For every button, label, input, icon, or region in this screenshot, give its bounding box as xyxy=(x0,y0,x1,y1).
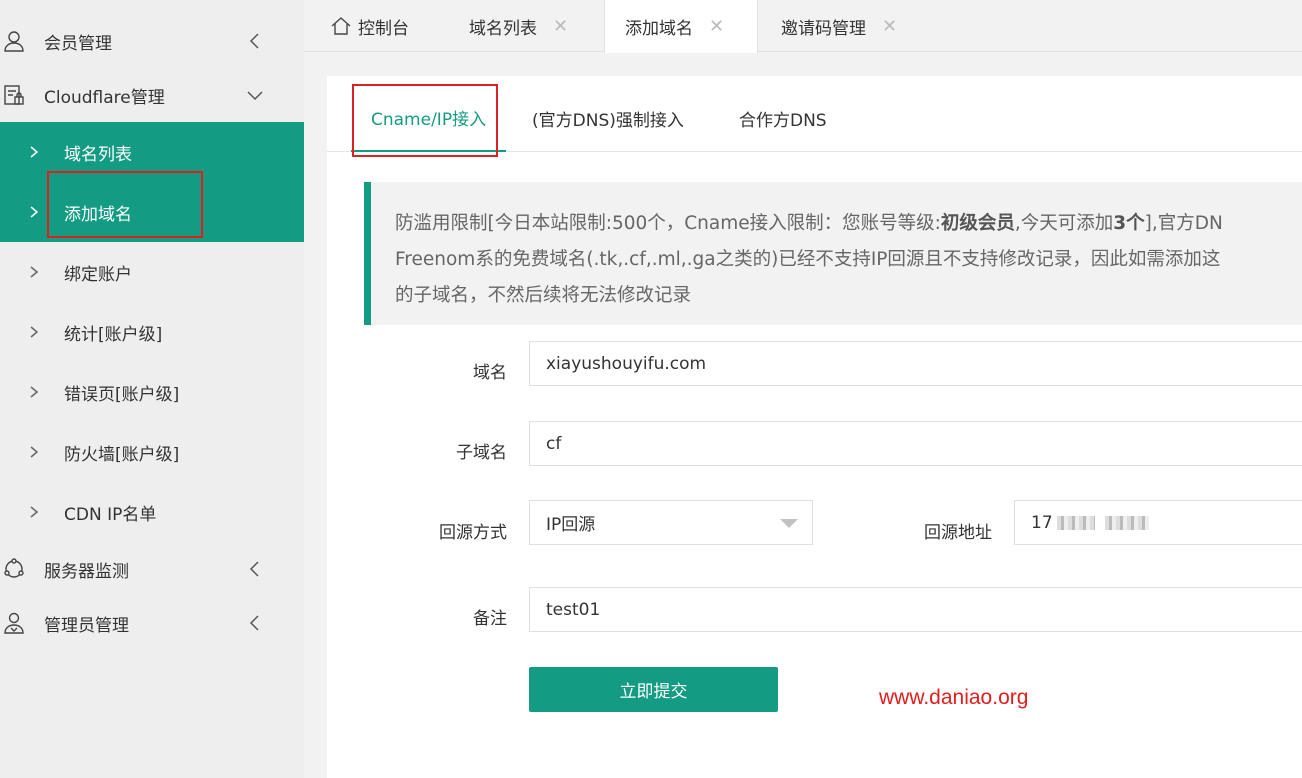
admin-user-icon xyxy=(4,612,24,634)
origin-address-label: 回源地址 xyxy=(924,523,992,543)
menu-server-monitor[interactable]: 服务器监测 xyxy=(0,542,304,596)
remark-label: 备注 xyxy=(473,609,507,629)
sidebar-item-label: 绑定账户 xyxy=(64,264,132,285)
origin-address-input[interactable]: 17 xyxy=(1014,500,1302,545)
sidebar-item-label: 错误页[账户级] xyxy=(64,384,180,405)
subdomain-input[interactable]: cf xyxy=(529,421,1302,466)
domain-label: 域名 xyxy=(473,363,507,383)
sidebar-item-bind-account[interactable]: 绑定账户 xyxy=(0,242,304,302)
member-level: 初级会员 xyxy=(940,213,1015,234)
chevron-right-icon xyxy=(30,266,39,278)
notice-line-3: 的子域名，不然后续将无法修改记录 xyxy=(395,285,692,306)
tab-label: 添加域名 xyxy=(625,19,693,39)
subdomain-value: cf xyxy=(546,433,562,454)
menu-server-monitor-label: 服务器监测 xyxy=(44,561,129,582)
chevron-right-icon xyxy=(30,326,39,338)
notice-line-1: 防滥用限制[今日本站限制:500个，Cname接入限制：您账号等级:初级会员,今… xyxy=(395,206,1302,242)
chevron-right-icon xyxy=(30,386,39,398)
close-icon[interactable]: ✕ xyxy=(882,16,897,37)
chevron-right-icon xyxy=(30,446,39,458)
menu-admin-mgmt[interactable]: 管理员管理 xyxy=(0,596,304,650)
chevron-down-icon xyxy=(247,91,263,101)
sidebar-item-stats[interactable]: 统计[账户级] xyxy=(0,302,304,362)
document-lock-icon xyxy=(4,85,24,105)
notice-text: 防滥用限制[今日本站限制:500个，Cname接入限制：您账号等级: xyxy=(395,213,941,234)
tab-invite-codes[interactable]: 邀请码管理 ✕ xyxy=(781,0,897,52)
origin-address-value: 17 xyxy=(1031,512,1053,533)
redacted-mark xyxy=(1056,515,1095,530)
chevron-right-icon xyxy=(30,506,39,518)
menu-admin-mgmt-label: 管理员管理 xyxy=(44,615,129,636)
sidebar-item-cdn-ip-list[interactable]: CDN IP名单 xyxy=(0,482,304,542)
sidebar-item-label: 防火墙[账户级] xyxy=(64,444,180,465)
tab-add-domain[interactable]: 添加域名 ✕ xyxy=(604,0,758,53)
tab-partner-dns[interactable]: 合作方DNS xyxy=(739,84,827,152)
sidebar: 会员管理 Cloudflare管理 域名列表 添加域名 绑定账户 统计[账户级]… xyxy=(0,0,304,778)
watermark-text: www.daniao.org xyxy=(879,686,1029,709)
chevron-right-icon xyxy=(30,206,39,218)
sidebar-item-label: 域名列表 xyxy=(64,144,132,165)
origin-type-label: 回源方式 xyxy=(439,523,507,543)
highlight-box-cname-tab xyxy=(352,84,498,157)
sidebar-item-label: 统计[账户级] xyxy=(64,324,163,345)
user-icon xyxy=(4,31,24,52)
subdomain-label: 子域名 xyxy=(456,443,507,463)
sidebar-item-error-pages[interactable]: 错误页[账户级] xyxy=(0,362,304,422)
close-icon[interactable]: ✕ xyxy=(553,16,568,37)
tab-dashboard[interactable]: 控制台 xyxy=(330,0,409,52)
tab-label: (官方DNS)强制接入 xyxy=(532,110,684,131)
origin-type-value: IP回源 xyxy=(546,515,596,535)
chevron-left-icon xyxy=(249,615,259,631)
home-icon xyxy=(331,17,351,35)
origin-type-select[interactable]: IP回源 xyxy=(529,500,813,545)
domain-input[interactable]: xiayushouyifu.com xyxy=(529,341,1302,386)
menu-member-mgmt-label: 会员管理 xyxy=(44,33,112,54)
page-tabs: 控制台 域名列表 ✕ 添加域名 ✕ 邀请码管理 ✕ xyxy=(304,0,1302,53)
menu-cloudflare-mgmt[interactable]: Cloudflare管理 xyxy=(0,68,304,122)
menu-cloudflare-mgmt-label: Cloudflare管理 xyxy=(44,87,165,108)
tab-domain-list[interactable]: 域名列表 ✕ xyxy=(469,0,568,52)
chevron-left-icon xyxy=(249,561,259,577)
tab-label: 域名列表 xyxy=(469,18,537,39)
close-icon[interactable]: ✕ xyxy=(709,16,724,37)
tab-label: 合作方DNS xyxy=(739,110,827,131)
sidebar-item-label: CDN IP名单 xyxy=(64,504,157,525)
rate-limit-notice: 防滥用限制[今日本站限制:500个，Cname接入限制：您账号等级:初级会员,今… xyxy=(364,182,1302,325)
highlight-box-add-domain xyxy=(47,171,203,238)
remark-input[interactable]: test01 xyxy=(529,587,1302,632)
sidebar-item-firewall[interactable]: 防火墙[账户级] xyxy=(0,422,304,482)
remark-value: test01 xyxy=(546,599,601,620)
notice-text: ],官方DN xyxy=(1144,213,1223,234)
notice-line-2: Freenom系的免费域名(.tk,.cf,.ml,.ga之类的)已经不支持IP… xyxy=(395,249,1221,270)
monitor-cycle-icon xyxy=(4,558,24,578)
submit-button[interactable]: 立即提交 xyxy=(529,667,778,712)
domain-value: xiayushouyifu.com xyxy=(546,353,707,374)
tab-official-dns[interactable]: (官方DNS)强制接入 xyxy=(532,84,684,152)
dropdown-caret-icon xyxy=(780,519,798,528)
redacted-mark xyxy=(1104,515,1149,530)
menu-member-mgmt[interactable]: 会员管理 xyxy=(0,14,304,68)
daily-quota: 3个 xyxy=(1113,213,1145,234)
chevron-left-icon xyxy=(249,33,259,49)
notice-text: ,今天可添加 xyxy=(1014,213,1114,234)
tab-label: 邀请码管理 xyxy=(781,18,866,39)
chevron-right-icon xyxy=(30,146,39,158)
tab-label: 控制台 xyxy=(358,18,409,39)
